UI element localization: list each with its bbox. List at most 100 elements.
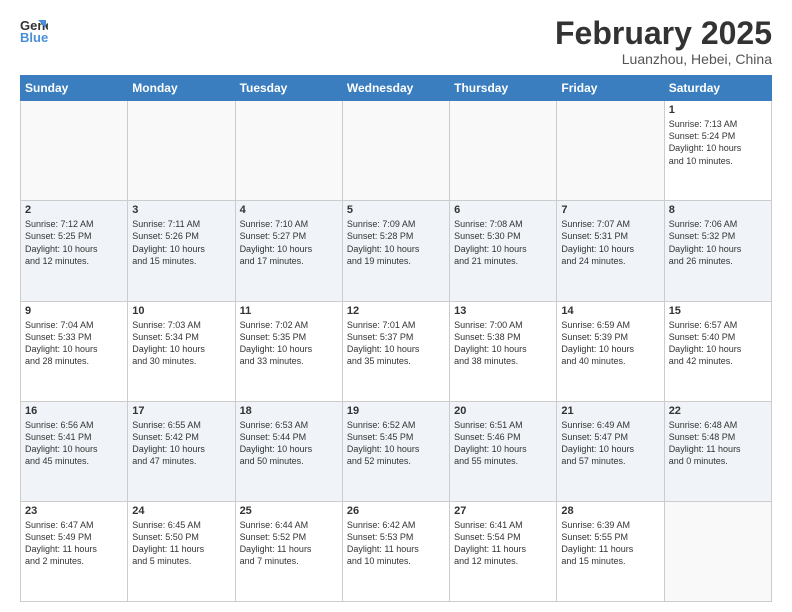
day-number: 22	[669, 405, 767, 417]
header-monday: Monday	[128, 76, 235, 101]
table-row: 9 Sunrise: 7:04 AM Sunset: 5:33 PM Daylig…	[21, 301, 128, 401]
day-info: Sunrise: 7:01 AM Sunset: 5:37 PM Dayligh…	[347, 319, 445, 368]
calendar-page: General Blue February 2025 Luanzhou, Heb…	[0, 0, 792, 612]
logo: General Blue	[20, 16, 48, 44]
day-info: Sunrise: 6:52 AM Sunset: 5:45 PM Dayligh…	[347, 419, 445, 468]
table-row: 17 Sunrise: 6:55 AM Sunset: 5:42 PM Dayli…	[128, 401, 235, 501]
day-info: Sunrise: 6:57 AM Sunset: 5:40 PM Dayligh…	[669, 319, 767, 368]
table-row	[342, 101, 449, 201]
day-number: 1	[669, 104, 767, 116]
table-row	[128, 101, 235, 201]
calendar-week-row: 16 Sunrise: 6:56 AM Sunset: 5:41 PM Dayli…	[21, 401, 772, 501]
table-row: 26Sunrise: 6:42 AM Sunset: 5:53 PM Dayli…	[342, 501, 449, 601]
day-number: 23	[25, 505, 123, 517]
table-row: 1 Sunrise: 7:13 AM Sunset: 5:24 PM Daylig…	[664, 101, 771, 201]
table-row: 18 Sunrise: 6:53 AM Sunset: 5:44 PM Dayli…	[235, 401, 342, 501]
weekday-header-row: Sunday Monday Tuesday Wednesday Thursday…	[21, 76, 772, 101]
table-row: 15 Sunrise: 6:57 AM Sunset: 5:40 PM Dayli…	[664, 301, 771, 401]
day-number: 10	[132, 305, 230, 317]
calendar-table: Sunday Monday Tuesday Wednesday Thursday…	[20, 75, 772, 602]
calendar-week-row: 1 Sunrise: 7:13 AM Sunset: 5:24 PM Daylig…	[21, 101, 772, 201]
month-title: February 2025	[555, 16, 772, 51]
day-number: 18	[240, 405, 338, 417]
header-friday: Friday	[557, 76, 664, 101]
day-info: Sunrise: 6:55 AM Sunset: 5:42 PM Dayligh…	[132, 419, 230, 468]
table-row	[21, 101, 128, 201]
table-row	[664, 501, 771, 601]
table-row	[235, 101, 342, 201]
day-info: Sunrise: 7:09 AM Sunset: 5:28 PM Dayligh…	[347, 218, 445, 267]
day-info: Sunrise: 6:48 AM Sunset: 5:48 PM Dayligh…	[669, 419, 767, 468]
table-row: 22 Sunrise: 6:48 AM Sunset: 5:48 PM Dayli…	[664, 401, 771, 501]
day-info: Sunrise: 6:39 AM Sunset: 5:55 PM Dayligh…	[561, 519, 659, 568]
day-info: Sunrise: 7:08 AM Sunset: 5:30 PM Dayligh…	[454, 218, 552, 267]
day-number: 17	[132, 405, 230, 417]
day-number: 15	[669, 305, 767, 317]
calendar-week-row: 9 Sunrise: 7:04 AM Sunset: 5:33 PM Daylig…	[21, 301, 772, 401]
day-number: 7	[561, 204, 659, 216]
table-row	[557, 101, 664, 201]
day-number: 4	[240, 204, 338, 216]
day-number: 20	[454, 405, 552, 417]
day-info: Sunrise: 6:59 AM Sunset: 5:39 PM Dayligh…	[561, 319, 659, 368]
day-info: Sunrise: 7:03 AM Sunset: 5:34 PM Dayligh…	[132, 319, 230, 368]
day-number: 25	[240, 505, 338, 517]
table-row: 3 Sunrise: 7:11 AM Sunset: 5:26 PM Daylig…	[128, 201, 235, 301]
day-number: 11	[240, 305, 338, 317]
day-info: Sunrise: 6:51 AM Sunset: 5:46 PM Dayligh…	[454, 419, 552, 468]
day-info: Sunrise: 7:02 AM Sunset: 5:35 PM Dayligh…	[240, 319, 338, 368]
calendar-week-row: 2Sunrise: 7:12 AM Sunset: 5:25 PM Daylig…	[21, 201, 772, 301]
table-row: 5 Sunrise: 7:09 AM Sunset: 5:28 PM Daylig…	[342, 201, 449, 301]
table-row: 27 Sunrise: 6:41 AM Sunset: 5:54 PM Dayli…	[450, 501, 557, 601]
table-row: 11 Sunrise: 7:02 AM Sunset: 5:35 PM Dayli…	[235, 301, 342, 401]
table-row: 2Sunrise: 7:12 AM Sunset: 5:25 PM Daylig…	[21, 201, 128, 301]
day-info: Sunrise: 6:53 AM Sunset: 5:44 PM Dayligh…	[240, 419, 338, 468]
day-number: 5	[347, 204, 445, 216]
day-info: Sunrise: 7:07 AM Sunset: 5:31 PM Dayligh…	[561, 218, 659, 267]
table-row: 25 Sunrise: 6:44 AM Sunset: 5:52 PM Dayli…	[235, 501, 342, 601]
table-row: 12 Sunrise: 7:01 AM Sunset: 5:37 PM Dayli…	[342, 301, 449, 401]
title-block: February 2025 Luanzhou, Hebei, China	[555, 16, 772, 67]
day-number: 16	[25, 405, 123, 417]
day-info: Sunrise: 7:10 AM Sunset: 5:27 PM Dayligh…	[240, 218, 338, 267]
day-info: Sunrise: 7:00 AM Sunset: 5:38 PM Dayligh…	[454, 319, 552, 368]
day-number: 14	[561, 305, 659, 317]
day-info: Sunrise: 7:04 AM Sunset: 5:33 PM Dayligh…	[25, 319, 123, 368]
day-info: Sunrise: 6:47 AM Sunset: 5:49 PM Dayligh…	[25, 519, 123, 568]
table-row: 20 Sunrise: 6:51 AM Sunset: 5:46 PM Dayli…	[450, 401, 557, 501]
day-info: Sunrise: 6:45 AM Sunset: 5:50 PM Dayligh…	[132, 519, 230, 568]
table-row: 13 Sunrise: 7:00 AM Sunset: 5:38 PM Dayli…	[450, 301, 557, 401]
day-info: Sunrise: 7:11 AM Sunset: 5:26 PM Dayligh…	[132, 218, 230, 267]
day-info: Sunrise: 6:56 AM Sunset: 5:41 PM Dayligh…	[25, 419, 123, 468]
day-number: 8	[669, 204, 767, 216]
table-row: 19 Sunrise: 6:52 AM Sunset: 5:45 PM Dayli…	[342, 401, 449, 501]
table-row: 6 Sunrise: 7:08 AM Sunset: 5:30 PM Daylig…	[450, 201, 557, 301]
day-number: 9	[25, 305, 123, 317]
day-number: 3	[132, 204, 230, 216]
day-number: 19	[347, 405, 445, 417]
table-row: 14 Sunrise: 6:59 AM Sunset: 5:39 PM Dayli…	[557, 301, 664, 401]
header-tuesday: Tuesday	[235, 76, 342, 101]
day-number: 24	[132, 505, 230, 517]
table-row: 21Sunrise: 6:49 AM Sunset: 5:47 PM Dayli…	[557, 401, 664, 501]
header-saturday: Saturday	[664, 76, 771, 101]
day-info: Sunrise: 7:12 AM Sunset: 5:25 PM Dayligh…	[25, 218, 123, 267]
table-row: 23 Sunrise: 6:47 AM Sunset: 5:49 PM Dayli…	[21, 501, 128, 601]
table-row: 24 Sunrise: 6:45 AM Sunset: 5:50 PM Dayli…	[128, 501, 235, 601]
day-info: Sunrise: 6:41 AM Sunset: 5:54 PM Dayligh…	[454, 519, 552, 568]
table-row	[450, 101, 557, 201]
table-row: 8 Sunrise: 7:06 AM Sunset: 5:32 PM Daylig…	[664, 201, 771, 301]
day-number: 13	[454, 305, 552, 317]
day-number: 12	[347, 305, 445, 317]
header-thursday: Thursday	[450, 76, 557, 101]
day-number: 26	[347, 505, 445, 517]
day-info: Sunrise: 6:44 AM Sunset: 5:52 PM Dayligh…	[240, 519, 338, 568]
header-wednesday: Wednesday	[342, 76, 449, 101]
day-info: Sunrise: 7:06 AM Sunset: 5:32 PM Dayligh…	[669, 218, 767, 267]
header-sunday: Sunday	[21, 76, 128, 101]
day-number: 27	[454, 505, 552, 517]
day-info: Sunrise: 7:13 AM Sunset: 5:24 PM Dayligh…	[669, 118, 767, 167]
logo-icon: General Blue	[20, 16, 48, 44]
day-number: 6	[454, 204, 552, 216]
calendar-week-row: 23 Sunrise: 6:47 AM Sunset: 5:49 PM Dayli…	[21, 501, 772, 601]
